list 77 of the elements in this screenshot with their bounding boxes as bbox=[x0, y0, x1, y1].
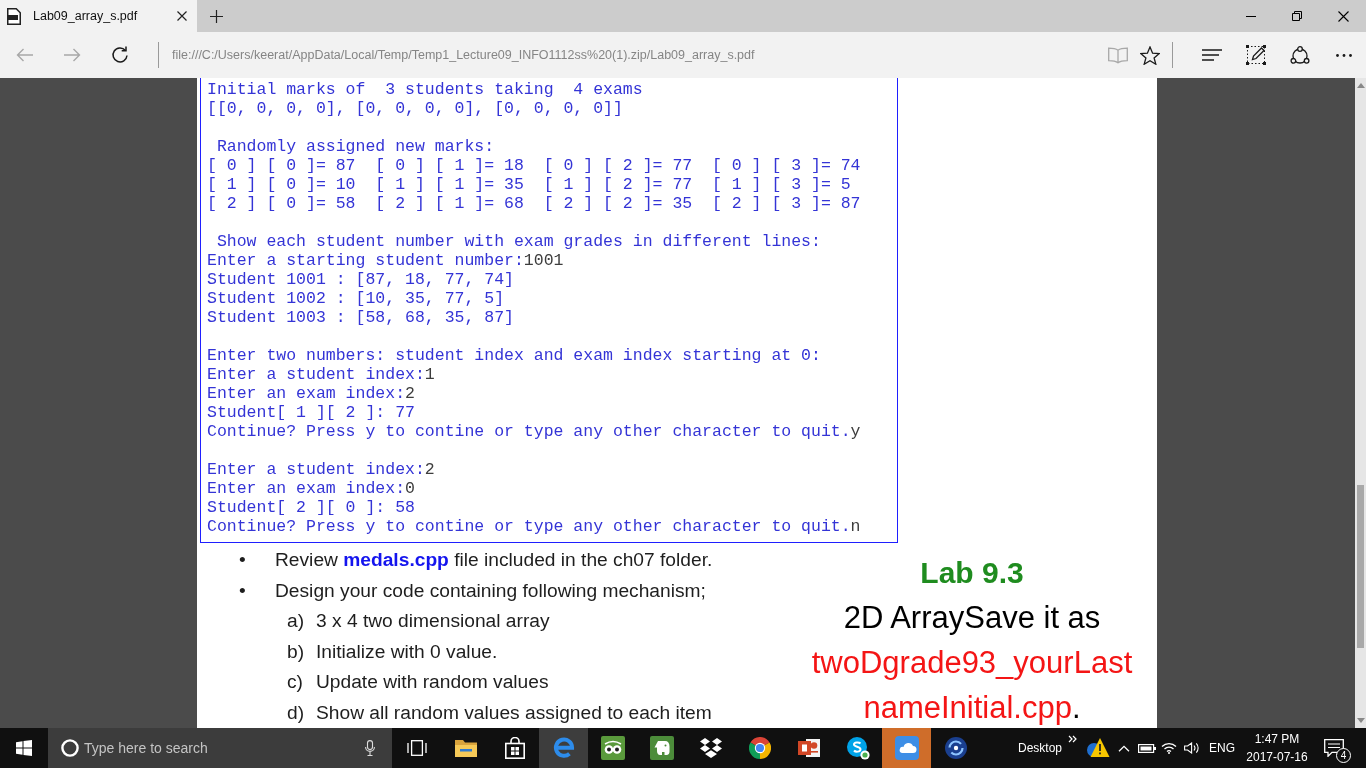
bullet-point: • bbox=[239, 548, 247, 572]
star-icon[interactable] bbox=[1140, 45, 1160, 65]
list-marker: d) bbox=[287, 700, 306, 725]
console-line: Student 1001 : [87, 18, 77, 74] bbox=[207, 270, 514, 289]
list-marker: b) bbox=[287, 639, 306, 664]
owl-eyes-icon bbox=[600, 736, 625, 760]
console-line: Student[ 1 ][ 2 ]: 77 bbox=[207, 403, 415, 422]
console-line: [ 2 ] [ 0 ]= 58 [ 2 ] [ 1 ]= 68 [ 2 ] [ 2 ]= 35 [ 2 ] [ 3 ]= 87 bbox=[207, 194, 861, 213]
share-icon[interactable] bbox=[1290, 45, 1310, 65]
desktop-toolbar-label[interactable]: Desktop bbox=[1017, 741, 1062, 755]
console-line: Enter a student index:1 bbox=[207, 365, 435, 384]
bullet-point: • bbox=[239, 578, 247, 603]
browser-tab[interactable]: Lab09_array_s.pdf bbox=[0, 0, 197, 32]
console-line: Student[ 2 ][ 0 ]: 58 bbox=[207, 498, 415, 517]
slides-icon bbox=[796, 737, 821, 759]
console-line: Randomly assigned new marks: bbox=[215, 137, 495, 156]
minimize-icon[interactable] bbox=[1246, 15, 1256, 17]
pen-frame-icon[interactable] bbox=[1246, 45, 1266, 65]
search-field[interactable]: Type here to search bbox=[48, 728, 392, 768]
four-panes-icon[interactable] bbox=[16, 740, 32, 756]
console-line: Continue? Press y to contine or type any other character to quit.y bbox=[207, 422, 861, 441]
task-view-icon[interactable] bbox=[406, 740, 427, 756]
console-line: Show each student number with exam grades in different lines: bbox=[215, 232, 821, 251]
bullet-text: Review medals.cpp file included in the ch07 folder. bbox=[275, 548, 713, 572]
speaker-icon[interactable] bbox=[1183, 742, 1199, 754]
more-icon[interactable] bbox=[1336, 53, 1352, 57]
menu-lines-icon[interactable] bbox=[1202, 49, 1222, 61]
console-line: Initial marks of 3 students taking 4 exams bbox=[207, 80, 643, 99]
list-marker: c) bbox=[287, 670, 304, 694]
console-line: Student 1002 : [10, 35, 77, 5] bbox=[207, 289, 505, 308]
lab-title: Lab 9.3 bbox=[920, 555, 1024, 591]
clock[interactable]: 1:47 PM 2017-07-16 bbox=[1242, 728, 1312, 768]
cloud-icon bbox=[894, 736, 919, 760]
console-line: [[0, 0, 0, 0], [0, 0, 0, 0], [0, 0, 0, 0]] bbox=[207, 99, 623, 118]
bullet-text: Design your code containing following mechanism; bbox=[275, 578, 706, 603]
refresh-icon[interactable] bbox=[111, 46, 129, 64]
message-bubble-icon[interactable] bbox=[1324, 739, 1344, 757]
notification-badge: 4 bbox=[1336, 748, 1351, 763]
e-logo-icon bbox=[552, 737, 575, 759]
console-line: [ 0 ] [ 0 ]= 87 [ 0 ] [ 1 ]= 18 [ 0 ] [ 2 ]= 77 [ 0 ] [ 3 ]= 74 bbox=[207, 156, 861, 175]
close-icon[interactable] bbox=[177, 11, 187, 21]
warning-icon[interactable] bbox=[1086, 737, 1110, 759]
console-line: Enter an exam index:0 bbox=[207, 479, 415, 498]
console-line: Student 1003 : [58, 68, 35, 87] bbox=[207, 308, 514, 327]
shopping-bag-icon bbox=[503, 737, 526, 759]
language-indicator[interactable]: ENG bbox=[1209, 741, 1235, 755]
console-line: Enter two numbers: student index and exam index starting at 0: bbox=[207, 346, 821, 365]
file-name-text: twoDgrade93_yourLast bbox=[811, 644, 1133, 682]
console-line: Continue? Press y to contine or type any other character to quit.n bbox=[207, 517, 861, 536]
file-name-text: nameInitial.cpp. bbox=[863, 689, 1081, 727]
ring-icon bbox=[61, 739, 79, 757]
chat-bubble-icon bbox=[845, 736, 870, 760]
console-line: Enter a student index:2 bbox=[207, 460, 435, 479]
list-item-text: Initialize with 0 value. bbox=[316, 639, 498, 664]
console-line: Enter an exam index:2 bbox=[207, 384, 415, 403]
battery-icon[interactable] bbox=[1138, 743, 1156, 753]
close-icon[interactable] bbox=[1337, 10, 1349, 22]
list-item-text: 3 x 4 two dimensional array bbox=[316, 609, 550, 633]
sync-circle-icon bbox=[943, 736, 968, 760]
segmented-circle-icon bbox=[748, 737, 771, 759]
double-chevron-icon[interactable] bbox=[1068, 735, 1077, 743]
list-marker: a) bbox=[287, 609, 306, 633]
lab-subtitle: 2D ArraySave it as bbox=[843, 599, 1101, 637]
elephant-icon bbox=[649, 736, 674, 760]
console-line: Enter a starting student number:1001 bbox=[207, 251, 564, 270]
diamonds-icon bbox=[698, 737, 723, 759]
plus-icon[interactable] bbox=[209, 9, 223, 23]
console-line: [ 1 ] [ 0 ]= 10 [ 1 ] [ 1 ]= 35 [ 1 ] [ 2 ]= 77 [ 1 ] [ 3 ]= 5 bbox=[207, 175, 851, 194]
list-item-text: Update with random values bbox=[316, 670, 549, 694]
wifi-icon[interactable] bbox=[1161, 742, 1177, 754]
scrollbar[interactable] bbox=[1355, 78, 1366, 728]
chevron-up-icon[interactable] bbox=[1118, 744, 1130, 752]
list-item-text: Show all random values assigned to each item bbox=[316, 700, 712, 725]
folder-icon bbox=[453, 738, 478, 758]
microphone-icon[interactable] bbox=[365, 740, 375, 756]
document-icon bbox=[7, 7, 21, 25]
restore-icon[interactable] bbox=[1292, 11, 1302, 21]
